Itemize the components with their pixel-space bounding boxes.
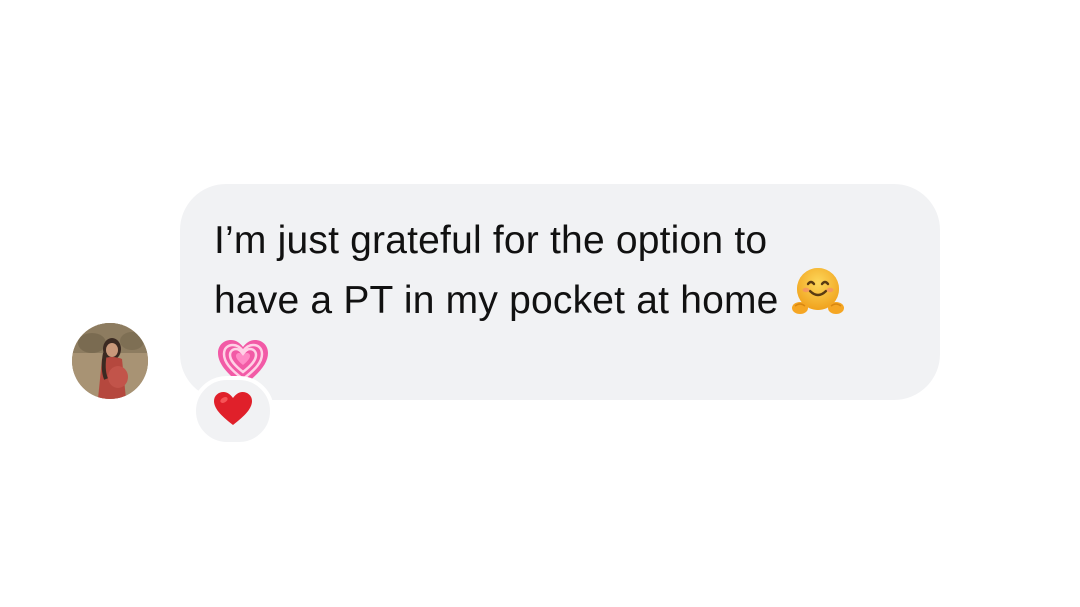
message-bubble[interactable]: I’m just grateful for the option to have…: [180, 184, 940, 400]
growing-heart-icon: [216, 339, 906, 394]
avatar-photo-icon: [72, 323, 148, 399]
message-text-line-2-text: have a PT in my pocket at home: [214, 278, 779, 322]
reaction-badge[interactable]: [192, 376, 274, 446]
message-text-line-2: have a PT in my pocket at home: [214, 268, 906, 337]
message-text-line-1: I’m just grateful for the option to: [214, 219, 768, 262]
chat-canvas: I’m just grateful for the option to have…: [0, 0, 1080, 607]
hugging-face-icon: [791, 264, 845, 333]
red-heart-icon: [213, 391, 253, 432]
sender-avatar[interactable]: [72, 323, 148, 399]
